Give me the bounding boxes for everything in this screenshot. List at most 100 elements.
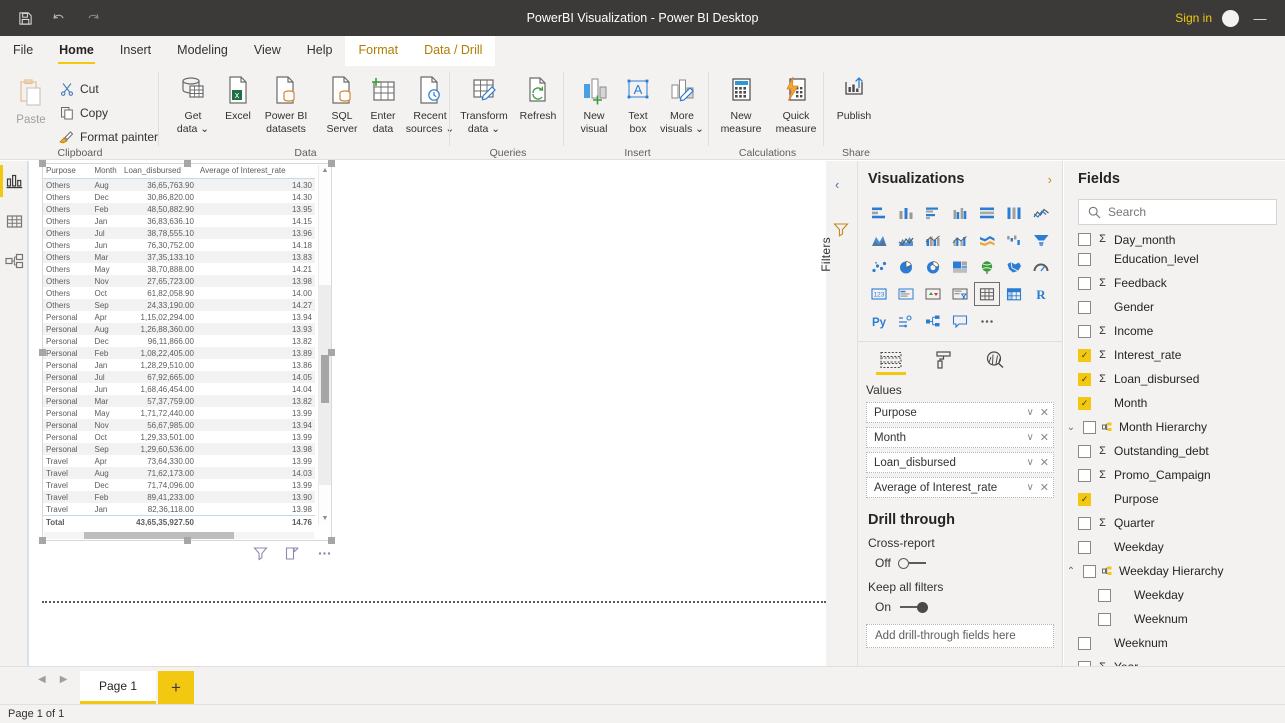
data-view-button[interactable] [0, 201, 28, 241]
sign-in-button[interactable]: Sign in [1175, 11, 1212, 25]
pie-chart-icon[interactable] [893, 255, 919, 279]
scroll-down-arrow[interactable]: ▼ [319, 513, 331, 525]
field-checkbox[interactable] [1078, 276, 1091, 290]
field-list-item[interactable]: Weekday [1064, 535, 1285, 559]
field-list-item[interactable]: ⌃ Weekday Hierarchy [1064, 559, 1285, 583]
table-row[interactable]: Personal Apr 1,15,02,294.00 13.94 [43, 311, 315, 323]
field-list-item[interactable]: Σ Promo_Campaign [1064, 463, 1285, 487]
column-header-month[interactable]: Month [91, 164, 121, 179]
table-row[interactable]: Personal Dec 96,11,866.00 13.82 [43, 335, 315, 347]
table-vertical-scrollbar[interactable]: ▲ ▼ [318, 165, 331, 525]
chevron-down-icon[interactable]: ⌄ [1065, 422, 1077, 433]
ribbon-tab-insert[interactable]: Insert [107, 36, 164, 66]
table-row[interactable]: Personal Jul 67,92,665.00 14.05 [43, 371, 315, 383]
fields-pane-tab[interactable] [876, 345, 906, 375]
resize-handle-middle-left[interactable] [39, 349, 46, 356]
power-bi-datasets-button[interactable]: Power BI datasets [258, 70, 314, 135]
field-checkbox[interactable] [1078, 636, 1091, 650]
python-visual-icon[interactable]: Py [866, 309, 892, 333]
table-row[interactable]: Personal Jun 1,68,46,454.00 14.04 [43, 383, 315, 395]
chevron-left-icon[interactable]: ‹ [835, 177, 839, 192]
qa-visual-icon[interactable] [947, 309, 973, 333]
funnel-chart-icon[interactable] [1028, 228, 1054, 252]
add-page-button[interactable]: + [158, 671, 194, 704]
save-icon[interactable] [10, 5, 40, 31]
field-list-item[interactable]: Σ Income [1064, 319, 1285, 343]
table-row[interactable]: Others Nov 27,65,723.00 13.98 [43, 275, 315, 287]
decomposition-tree-icon[interactable] [920, 309, 946, 333]
table-row[interactable]: Others Jul 38,78,555.10 13.96 [43, 227, 315, 239]
cross-report-toggle[interactable] [897, 557, 928, 569]
r-script-visual-icon[interactable]: R [1028, 282, 1054, 306]
values-well-chip[interactable]: Average of Interest_rate ∨ ✕ [866, 477, 1054, 498]
focus-mode-icon[interactable] [284, 545, 300, 561]
quick-measure-button[interactable]: Quick measure [768, 70, 824, 135]
column-header-avg-interest-rate[interactable]: Average of Interest_rate [196, 164, 315, 179]
refresh-button[interactable]: Refresh [513, 70, 563, 123]
field-checkbox[interactable] [1078, 252, 1091, 266]
field-list-item[interactable]: Month [1064, 391, 1285, 415]
table-row[interactable]: Others Feb 48,50,882.90 13.95 [43, 203, 315, 215]
table-row[interactable]: Others Jun 76,30,752.00 14.18 [43, 239, 315, 251]
field-checkbox[interactable] [1078, 516, 1091, 530]
ribbon-tab-file[interactable]: File [0, 36, 46, 66]
field-checkbox[interactable] [1083, 564, 1096, 578]
enter-data-button[interactable]: Enter data [358, 70, 408, 135]
drill-through-dropzone[interactable]: Add drill-through fields here [866, 624, 1054, 648]
table-icon[interactable] [974, 282, 1000, 306]
hscrollbar-thumb[interactable] [84, 532, 234, 539]
scatter-chart-icon[interactable] [866, 255, 892, 279]
analytics-pane-tab[interactable] [982, 345, 1008, 375]
table-row[interactable]: Others May 38,70,888.00 14.21 [43, 263, 315, 275]
field-list-item[interactable]: Σ Quarter [1064, 511, 1285, 535]
cross-report-toggle-row[interactable]: Off [858, 554, 1062, 578]
field-list-item[interactable]: Σ Outstanding_debt [1064, 439, 1285, 463]
avatar[interactable] [1222, 9, 1239, 27]
table-row[interactable]: Travel Apr 73,64,330.00 13.99 [43, 455, 315, 467]
values-well-chip[interactable]: Purpose ∨ ✕ [866, 402, 1054, 423]
table-row[interactable]: Personal Mar 57,37,759.00 13.82 [43, 395, 315, 407]
field-list-item[interactable]: ΣYear [1064, 655, 1285, 666]
multi-row-card-icon[interactable] [893, 282, 919, 306]
resize-handle-bottom-right[interactable] [328, 537, 335, 544]
format-painter-button[interactable]: Format painter [58, 128, 158, 145]
field-list-item[interactable]: Σ Loan_disbursed [1064, 367, 1285, 391]
field-checkbox[interactable] [1078, 300, 1091, 314]
field-list-item[interactable]: Σ Day_month [1064, 233, 1285, 247]
area-chart-icon[interactable] [866, 228, 892, 252]
donut-chart-icon[interactable] [920, 255, 946, 279]
stacked-bar-chart-icon[interactable] [866, 201, 892, 225]
resize-handle-middle-right[interactable] [328, 349, 335, 356]
field-list-item[interactable]: Weekday [1064, 583, 1285, 607]
filter-icon[interactable] [252, 545, 268, 561]
get-data-button[interactable]: Get data ⌄ [168, 70, 218, 135]
redo-icon[interactable] [78, 5, 108, 31]
field-checkbox[interactable] [1078, 348, 1091, 362]
paste-button[interactable]: Paste [8, 74, 54, 126]
remove-field-icon[interactable]: ✕ [1040, 431, 1049, 444]
table-row[interactable]: Personal Aug 1,26,88,360.00 13.93 [43, 323, 315, 335]
field-list-item[interactable]: Weeknum [1064, 607, 1285, 631]
chevron-right-icon[interactable]: › [1048, 172, 1052, 187]
chevron-up-icon[interactable]: ⌃ [1065, 566, 1077, 577]
field-checkbox[interactable] [1078, 540, 1091, 554]
cut-button[interactable]: Cut [58, 80, 99, 97]
field-checkbox[interactable] [1078, 372, 1091, 386]
chevron-down-icon[interactable]: ∨ [1026, 432, 1033, 443]
gauge-icon[interactable] [1028, 255, 1054, 279]
treemap-icon[interactable] [947, 255, 973, 279]
table-row[interactable]: Personal May 1,71,72,440.00 13.99 [43, 407, 315, 419]
field-list-item[interactable]: Σ Interest_rate [1064, 343, 1285, 367]
undo-icon[interactable] [44, 5, 74, 31]
table-visual[interactable]: Purpose Month Loan_disbursed Average of … [39, 160, 335, 544]
resize-handle-top-right[interactable] [328, 160, 335, 167]
table-row[interactable]: Others Mar 37,35,133.10 13.83 [43, 251, 315, 263]
more-options-icon[interactable] [316, 545, 332, 561]
field-list-item[interactable]: ⌄ Month Hierarchy [1064, 415, 1285, 439]
values-well-chip[interactable]: Month ∨ ✕ [866, 427, 1054, 448]
resize-handle-top-left[interactable] [39, 160, 46, 167]
table-row[interactable]: Travel Dec 71,74,096.00 13.99 [43, 479, 315, 491]
ribbon-tab-modeling[interactable]: Modeling [164, 36, 241, 66]
more-options-icon[interactable] [974, 309, 1000, 333]
table-row[interactable]: Travel Jan 82,36,118.00 13.98 [43, 503, 315, 516]
